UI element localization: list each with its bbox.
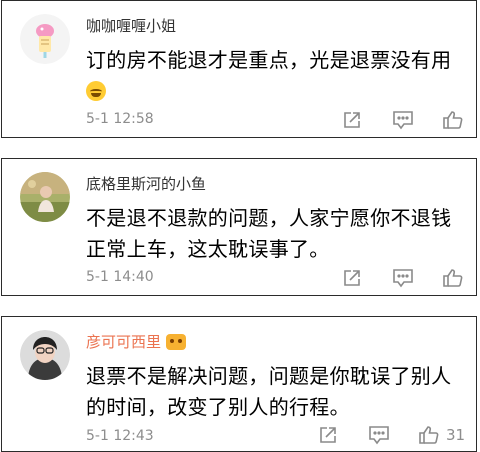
comment-card: 咖咖喱喱小姐 订的房不能退才是重点，光是退票没有用 5-1 12:58: [1, 0, 477, 138]
comment-icon: [369, 426, 389, 445]
like-button[interactable]: 31: [418, 424, 465, 446]
vip-crown-badge-icon: [166, 333, 187, 350]
share-icon: [320, 427, 336, 443]
share-button[interactable]: [318, 424, 338, 446]
share-button[interactable]: [342, 109, 362, 131]
comment-button[interactable]: [392, 267, 414, 289]
like-count: 31: [446, 426, 466, 444]
share-icon: [344, 270, 360, 286]
photo-avatar-icon[interactable]: [20, 172, 70, 222]
comment-card: 彦可可西里 退票不是解决问题，问题是你耽误了别人的时间，改变了别人的行程。 5-…: [1, 316, 477, 452]
comment-icon: [393, 111, 413, 130]
share-button[interactable]: [342, 267, 362, 289]
comment-text: 退票不是解决问题，问题是你耽误了别人的时间，改变了别人的行程。: [86, 364, 452, 419]
comment-button[interactable]: [368, 424, 390, 446]
commenter-name[interactable]: 咖咖喱喱小姐: [86, 15, 176, 36]
comment-timestamp: 5-1 12:58: [86, 111, 154, 127]
thumbs-up-icon: [419, 426, 439, 444]
thumbs-up-icon: [443, 269, 463, 287]
comment-text: 订的房不能退才是重点，光是退票没有用: [86, 45, 466, 107]
comment-card: 底格里斯河的小鱼 不是退不退款的问题，人家宁愿你不退钱正常上车，这太耽误事了。 …: [1, 158, 477, 296]
comment-icon: [393, 269, 413, 288]
selfie-avatar-icon[interactable]: [20, 330, 70, 380]
comment-button[interactable]: [392, 109, 414, 131]
ice-cream-avatar-icon[interactable]: [20, 14, 70, 64]
share-icon: [344, 112, 360, 128]
laughing-tears-emoji-icon: [86, 81, 106, 101]
thumbs-up-icon: [443, 111, 463, 129]
like-button[interactable]: [442, 109, 464, 131]
comment-timestamp: 5-1 14:40: [86, 269, 154, 285]
commenter-name[interactable]: 底格里斯河的小鱼: [86, 173, 206, 194]
comment-timestamp: 5-1 12:43: [86, 428, 154, 444]
commenter-name[interactable]: 彦可可西里: [86, 331, 187, 352]
like-button[interactable]: [442, 267, 464, 289]
comment-text: 不是退不退款的问题，人家宁愿你不退钱正常上车，这太耽误事了。: [86, 206, 452, 261]
